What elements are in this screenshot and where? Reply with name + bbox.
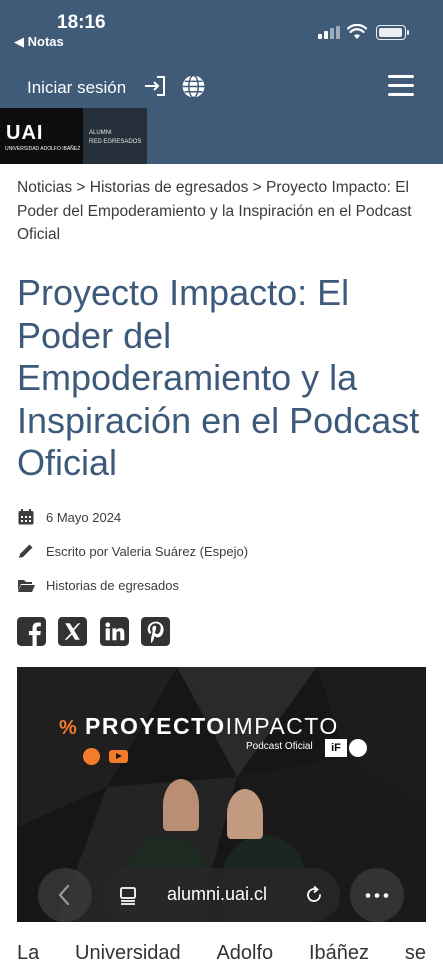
sign-in-icon[interactable]	[143, 74, 167, 98]
globe-icon[interactable]	[181, 74, 206, 99]
body-word: Adolfo	[216, 942, 274, 960]
article-body-start: La Universidad Adolfo Ibáñez se	[17, 942, 426, 960]
article-category-row: Historias de egresados	[17, 576, 397, 596]
hamburger-menu-icon[interactable]	[388, 75, 414, 97]
battery-icon	[376, 25, 409, 40]
status-bar: 18:16 ◀ Notas	[0, 0, 443, 56]
logo-alumni-line2: RED EGRESADOS	[89, 139, 142, 145]
address-bar[interactable]: alumni.uai.cl	[102, 868, 340, 922]
pinterest-icon[interactable]	[141, 617, 170, 646]
status-time: 18:16	[57, 12, 106, 33]
hero-title: PROYECTOIMPACTO	[85, 713, 339, 740]
article-author: Escrito por Valeria Suárez (Espejo)	[46, 544, 249, 559]
article-date-row: 6 Mayo 2024	[17, 508, 397, 528]
youtube-icon	[109, 750, 128, 763]
logo-mark: UAI	[6, 122, 44, 144]
more-options-button[interactable]	[350, 868, 404, 922]
login-link[interactable]: Iniciar sesión	[27, 78, 126, 98]
browser-back-button[interactable]	[38, 868, 92, 922]
spotify-icon	[83, 748, 100, 765]
cellular-signal-icon	[318, 26, 340, 39]
logo-left-block: UAI UNIVERSIDAD ADOLFO IBÁÑEZ	[0, 108, 83, 164]
article-author-row: Escrito por Valeria Suárez (Espejo)	[17, 542, 397, 562]
host-right-head	[227, 789, 263, 839]
impacto-logo-icon: %	[59, 717, 77, 739]
folder-icon	[18, 580, 35, 592]
logo-alumni-line1: ALUMNI	[89, 130, 112, 136]
breadcrumb[interactable]: Noticias > Historias de egresados > Proy…	[17, 176, 429, 247]
hero-brand: iF	[325, 739, 347, 757]
body-word: Ibáñez	[308, 942, 370, 960]
wifi-icon	[347, 24, 367, 39]
hero-brand-dot	[349, 739, 367, 757]
article-title: Proyecto Impacto: El Poder del Empoderam…	[17, 272, 420, 483]
linkedin-icon[interactable]	[100, 617, 129, 646]
hero-subtitle: Podcast Oficial	[246, 741, 313, 752]
page-menu-icon[interactable]	[119, 885, 139, 905]
article-category[interactable]: Historias de egresados	[46, 578, 179, 593]
pencil-icon	[19, 544, 33, 558]
body-word: La	[17, 942, 40, 960]
uai-logo[interactable]: UAI UNIVERSIDAD ADOLFO IBÁÑEZ ALUMNI RED…	[0, 108, 147, 164]
url-text: alumni.uai.cl	[167, 884, 268, 904]
hero-title-light: IMPACTO	[225, 713, 339, 739]
hero-title-bold: PROYECTO	[85, 713, 226, 739]
logo-alumni-text: ALUMNI RED EGRESADOS	[89, 129, 141, 147]
reload-icon[interactable]	[304, 885, 324, 905]
x-icon[interactable]	[58, 617, 87, 646]
body-word: Universidad	[75, 942, 181, 960]
logo-right-block: ALUMNI RED EGRESADOS	[83, 108, 147, 164]
logo-university-name: UNIVERSIDAD ADOLFO IBÁÑEZ	[5, 146, 81, 152]
chevron-left-icon	[58, 884, 70, 906]
body-word: se	[404, 942, 426, 960]
host-left-head	[163, 779, 199, 831]
facebook-icon[interactable]	[17, 617, 46, 646]
article-date: 6 Mayo 2024	[46, 510, 122, 525]
back-to-app-link[interactable]: ◀ Notas	[14, 34, 64, 50]
calendar-icon	[18, 509, 34, 525]
more-dots-icon	[365, 893, 389, 898]
